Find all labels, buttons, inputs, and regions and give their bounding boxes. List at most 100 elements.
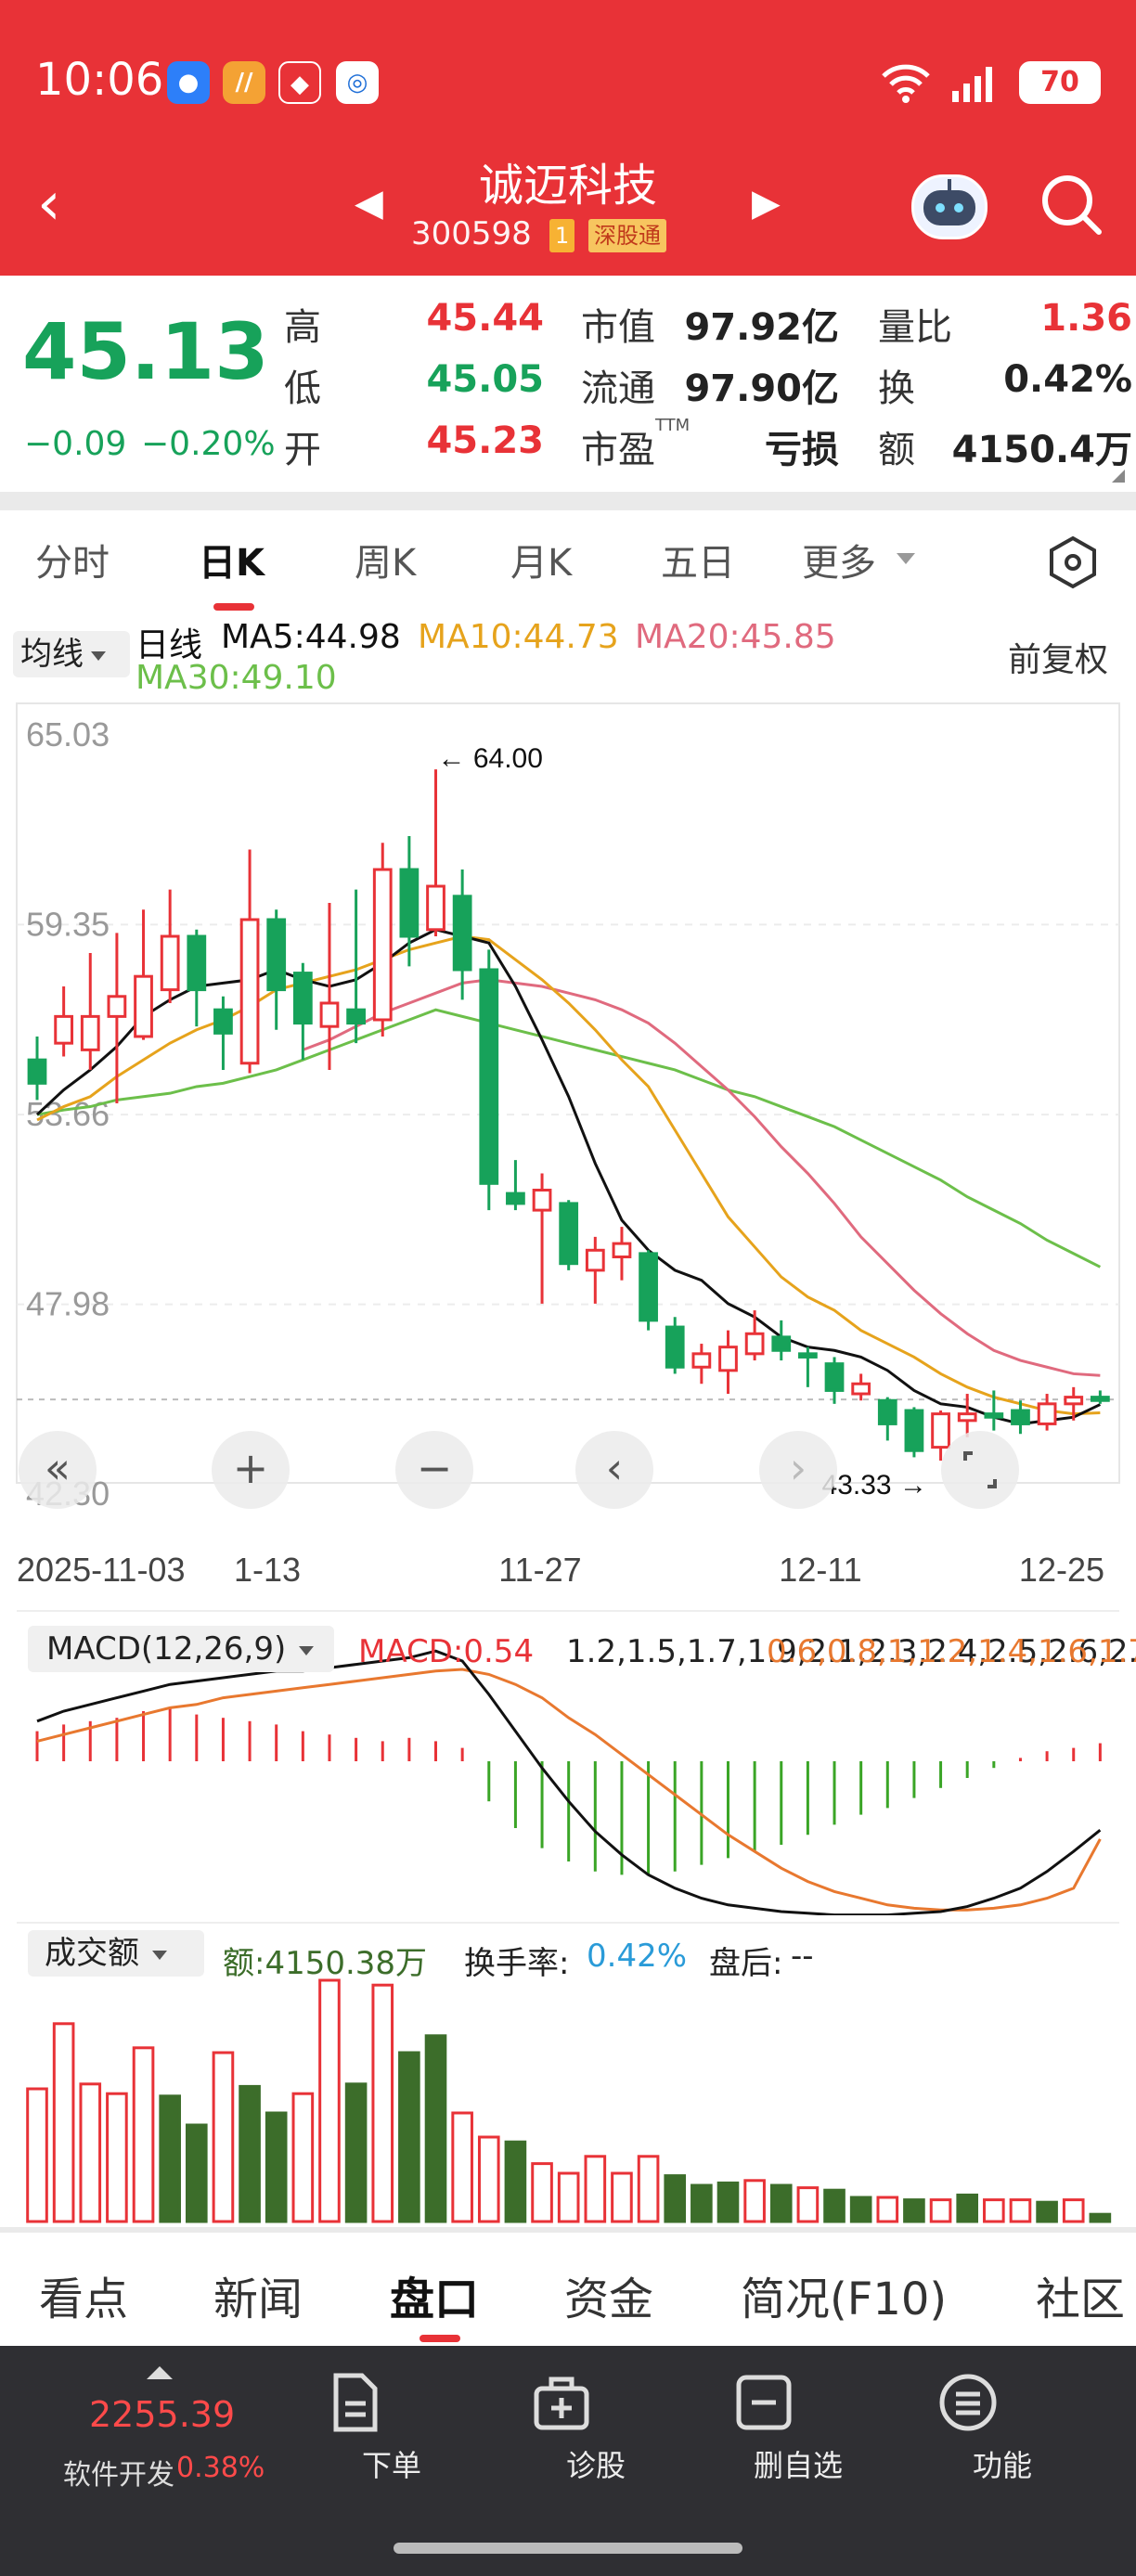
y-tick-label: 65.03 <box>26 715 110 753</box>
macd-value: MACD:0.54 <box>358 1633 535 1670</box>
candle-body <box>346 1008 366 1025</box>
ma20-line <box>302 978 1101 1377</box>
assistant-robot-icon[interactable] <box>911 174 988 239</box>
candle-body <box>213 1008 233 1035</box>
document-icon <box>333 2373 378 2432</box>
float-cap-value: 97.90亿 <box>684 367 839 410</box>
volume-bar <box>956 2193 979 2223</box>
candlestick-chart[interactable]: 65.0359.3553.6647.9842.30← 64.0043.33 →«… <box>0 698 1136 1607</box>
candle-body <box>27 1058 47 1085</box>
macd-selector[interactable]: MACD(12,26,9) <box>28 1626 334 1672</box>
candle-body <box>54 1014 74 1045</box>
volume-bar <box>849 2196 872 2223</box>
ma20-value: MA20:45.85 <box>635 618 836 656</box>
tab-highlights[interactable]: 看点 <box>39 2262 128 2327</box>
tab-order-book[interactable]: 盘口 <box>390 2262 479 2327</box>
candle-body <box>399 868 420 938</box>
candle-body <box>718 1346 738 1372</box>
volume-bar <box>159 2094 181 2223</box>
tab-monthly-k[interactable]: 月K <box>510 533 572 586</box>
candle-body <box>771 1335 792 1352</box>
volume-bar <box>1036 2200 1058 2223</box>
x-tick-label: 1-13 <box>234 1551 301 1589</box>
tab-five-day[interactable]: 五日 <box>661 533 735 586</box>
volume-bar <box>318 1978 341 2223</box>
tab-community[interactable]: 社区 <box>1036 2262 1125 2327</box>
active-tab-indicator <box>213 603 254 611</box>
battery-indicator: 70 <box>1019 61 1101 104</box>
remove-watchlist-button[interactable]: 删自选 <box>733 2372 863 2485</box>
candle-body <box>452 895 472 972</box>
settings-hexagon-icon[interactable] <box>1045 535 1101 590</box>
volume-bar <box>691 2183 713 2223</box>
turnover-label: 换 <box>878 367 915 410</box>
candle-body <box>744 1332 765 1356</box>
stock-code: 300598 <box>411 215 532 252</box>
open-label: 开 <box>284 429 321 471</box>
functions-button[interactable]: 功能 <box>937 2372 1067 2485</box>
message-app-icon: ● <box>167 61 210 104</box>
functions-label: 功能 <box>972 2448 1032 2483</box>
stock-name: 诚迈科技 <box>478 160 657 212</box>
candle-body <box>559 1202 579 1266</box>
market-cap-label: 市值 <box>581 306 655 349</box>
volume-bar <box>983 2198 1005 2223</box>
candle-body <box>160 934 180 992</box>
candle-body <box>639 1252 658 1322</box>
volume-bar <box>769 2183 793 2223</box>
menu-circle-icon <box>939 2374 997 2431</box>
candle-body <box>877 1398 897 1425</box>
bottom-toolbar: 2255.39 软件开发 0.38% 下单 诊股 删自选 功能 <box>0 2346 1136 2576</box>
app-root: 10:06 ● // ◆ ◎ 70 ‹ ◀ ▶ 诚迈科技 300598 1 深股… <box>0 0 1136 2576</box>
volume-selector[interactable]: 成交额 <box>28 1930 204 1977</box>
tab-daily-k[interactable]: 日K <box>199 533 265 586</box>
chevron-down-icon <box>91 650 106 661</box>
candle-body <box>1064 1396 1084 1406</box>
tab-capital-flow[interactable]: 资金 <box>564 2262 653 2327</box>
sector-index-value[interactable]: 2255.39 <box>89 2394 235 2435</box>
price-change: −0.09 <box>24 425 127 463</box>
turnover-rate-value: 0.42% <box>587 1938 688 1975</box>
status-time: 10:06 <box>35 54 164 106</box>
volume-amount: 额:4150.38万 <box>223 1945 428 1982</box>
x-tick-label: 11-27 <box>498 1551 581 1589</box>
fullscreen-icon[interactable] <box>941 1431 1019 1509</box>
candle-body <box>292 972 313 1025</box>
volume-selector-label: 成交额 <box>45 1935 139 1972</box>
x-tick-label: 12-11 <box>779 1551 861 1589</box>
order-button[interactable]: 下单 <box>327 2372 457 2485</box>
volume-bar <box>26 2087 48 2223</box>
volume-bar <box>903 2198 925 2223</box>
y-tick-label: 59.35 <box>26 905 110 943</box>
volume-bar <box>344 2082 368 2223</box>
back-button[interactable]: ‹ <box>37 174 61 234</box>
volume-bar <box>504 2140 527 2223</box>
volume-bar <box>79 2082 102 2223</box>
candle-body <box>798 1352 818 1359</box>
tab-weekly-k[interactable]: 周K <box>355 533 416 586</box>
tab-profile-f10[interactable]: 简况(F10) <box>741 2262 947 2327</box>
volume-bar <box>1089 2212 1112 2223</box>
diagnose-button[interactable]: 诊股 <box>531 2372 661 2485</box>
volume-bar <box>291 2092 315 2223</box>
volume-bar <box>1009 2198 1032 2223</box>
candle-body <box>931 1412 950 1449</box>
adjust-mode-button[interactable]: 前复权 <box>1008 633 1108 681</box>
candle-body <box>372 868 393 1022</box>
tab-news[interactable]: 新闻 <box>213 2262 303 2327</box>
high-label: 高 <box>284 306 321 349</box>
turnover-rate-label: 换手率: <box>464 1945 570 1982</box>
ma-selector[interactable]: 均线 <box>13 631 130 677</box>
scroll-right-icon-glyph: › <box>790 1443 807 1493</box>
tab-intraday[interactable]: 分时 <box>35 533 110 586</box>
signal-icon <box>952 67 992 102</box>
chevron-up-icon[interactable] <box>147 2366 173 2379</box>
candle-body <box>585 1248 605 1272</box>
candle-body <box>1037 1402 1057 1425</box>
search-icon[interactable] <box>1038 171 1104 238</box>
header: 10:06 ● // ◆ ◎ 70 ‹ ◀ ▶ 诚迈科技 300598 1 深股… <box>0 0 1136 276</box>
tab-more[interactable]: 更多 <box>802 533 876 586</box>
volume-bar <box>398 2051 420 2223</box>
sector-name: 软件开发 <box>63 2459 174 2492</box>
expand-corner-icon[interactable] <box>1112 470 1125 483</box>
